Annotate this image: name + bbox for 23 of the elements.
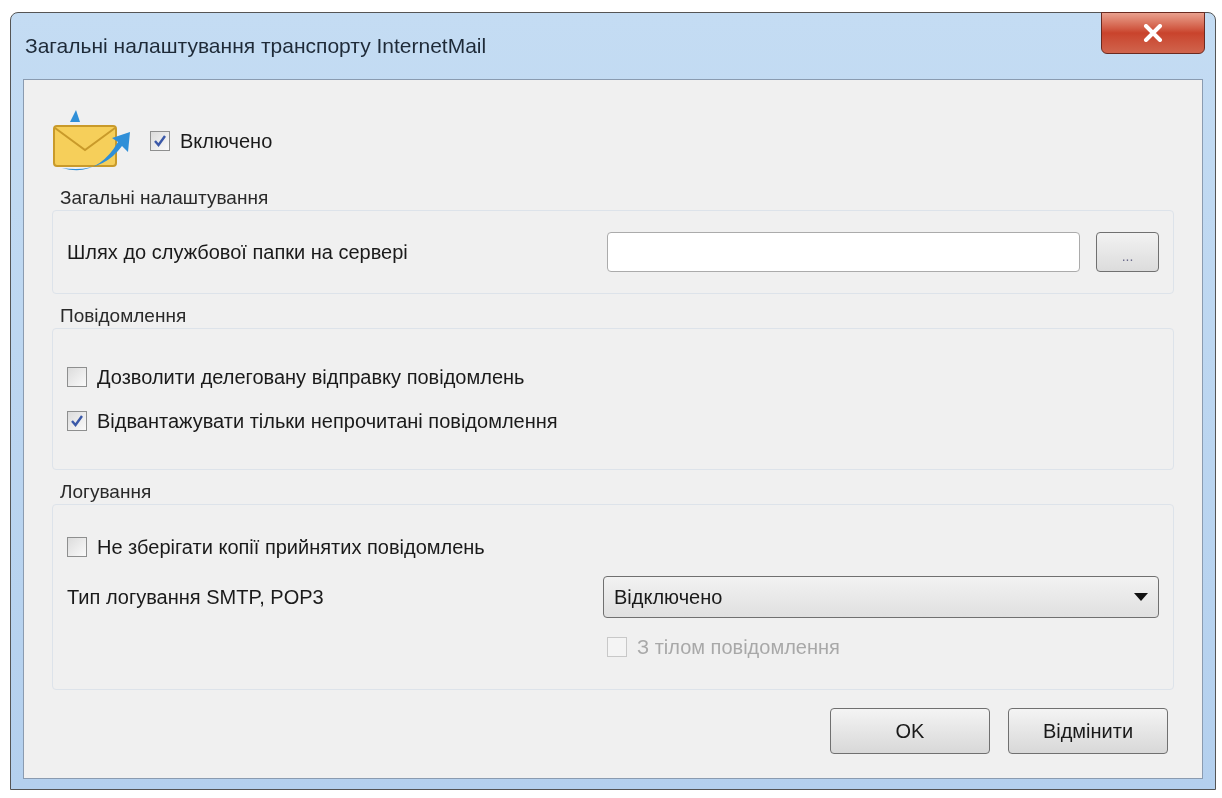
checkbox-label: Не зберігати копії прийнятих повідомлень [97, 535, 485, 560]
field-label: Шлях до службової папки на сервері [67, 240, 409, 265]
checkbox-label: Включено [180, 129, 273, 154]
field-label: Тип логування SMTP, POP3 [67, 585, 325, 610]
path-field[interactable] [607, 232, 1080, 272]
checkbox[interactable] [67, 537, 87, 557]
dialog-button[interactable]: OK [830, 708, 990, 754]
checkbox-label: З тілом повідомлення [637, 635, 840, 660]
group-title: Повідомлення [60, 304, 188, 328]
group-title: Логування [60, 480, 153, 504]
checkbox[interactable] [67, 367, 87, 387]
checkbox-label: Дозволити делеговану відправку повідомлень [97, 365, 525, 390]
group-title: Загальні налаштування [60, 186, 270, 210]
dialog-button[interactable]: Відмінити [1008, 708, 1168, 754]
browse-button[interactable]: ... [1096, 232, 1159, 272]
checkbox-label: Відвантажувати тільки непрочитані повідомлення [97, 409, 558, 434]
close-button[interactable] [1101, 12, 1205, 54]
dropdown[interactable]: Відключено [603, 576, 1159, 618]
window-title: Загальні налаштування транспорту InternetMail [25, 33, 487, 60]
checkbox[interactable] [67, 411, 87, 431]
close-icon [1143, 24, 1163, 42]
checkbox[interactable] [150, 131, 170, 151]
caret-icon [1134, 593, 1148, 601]
